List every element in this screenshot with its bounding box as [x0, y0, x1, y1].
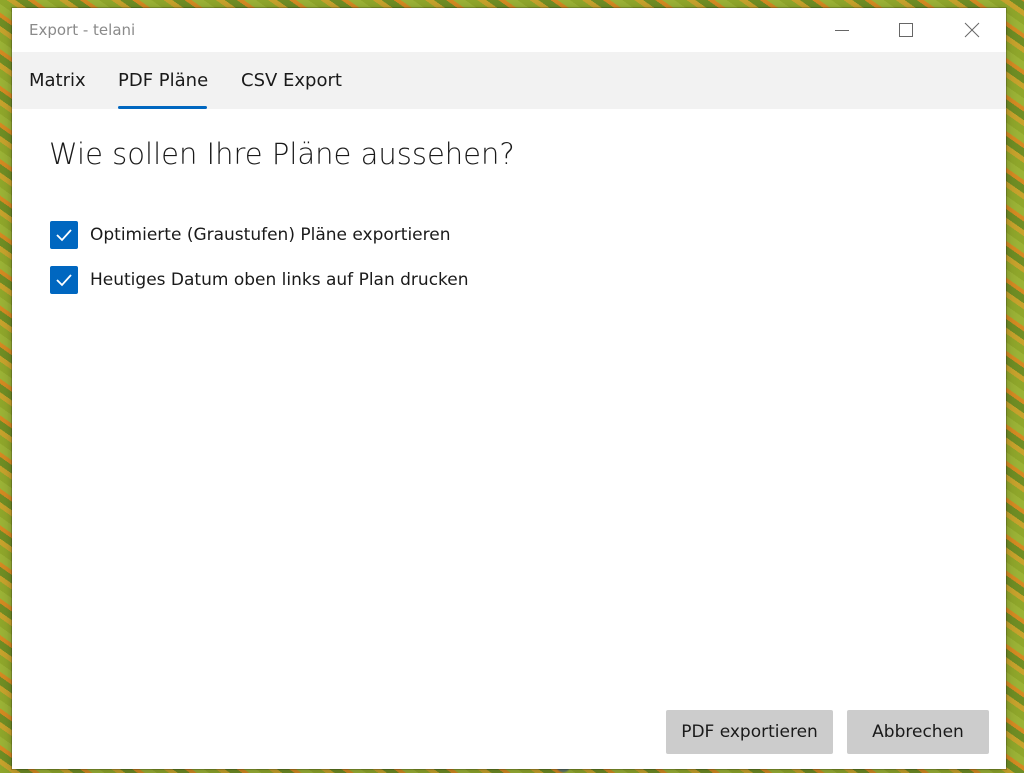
- minimize-icon: [835, 30, 849, 31]
- print-date-checkbox[interactable]: [50, 266, 78, 294]
- title-bar[interactable]: Export - telani: [12, 8, 1006, 52]
- checkmark-icon: [56, 229, 72, 242]
- grayscale-checkbox[interactable]: [50, 221, 78, 249]
- checkmark-icon: [56, 274, 72, 287]
- maximize-icon: [899, 23, 913, 37]
- window-title: Export - telani: [29, 21, 136, 39]
- pdf-export-button[interactable]: PDF exportieren: [666, 710, 833, 754]
- export-dialog-window: Export - telani Matrix PDF Pläne CSV Exp…: [12, 8, 1006, 769]
- option-print-date[interactable]: Heutiges Datum oben links auf Plan druck…: [50, 266, 469, 294]
- close-button[interactable]: [940, 8, 1004, 52]
- maximize-button[interactable]: [874, 8, 938, 52]
- selected-tab-indicator: [118, 106, 207, 109]
- minimize-button[interactable]: [810, 8, 874, 52]
- tab-bar: Matrix PDF Pläne CSV Export: [12, 52, 1006, 109]
- option-grayscale-plans[interactable]: Optimierte (Graustufen) Pläne exportiere…: [50, 221, 451, 249]
- close-icon: [964, 22, 980, 38]
- print-date-option-label: Heutiges Datum oben links auf Plan druck…: [90, 270, 469, 290]
- cancel-button[interactable]: Abbrechen: [847, 710, 989, 754]
- grayscale-option-label: Optimierte (Graustufen) Pläne exportiere…: [90, 225, 451, 245]
- tab-matrix[interactable]: Matrix: [29, 70, 86, 91]
- tab-csv-export[interactable]: CSV Export: [241, 70, 342, 91]
- tab-pdf-plaene[interactable]: PDF Pläne: [118, 70, 208, 91]
- page-heading: Wie sollen Ihre Pläne aussehen?: [49, 137, 515, 171]
